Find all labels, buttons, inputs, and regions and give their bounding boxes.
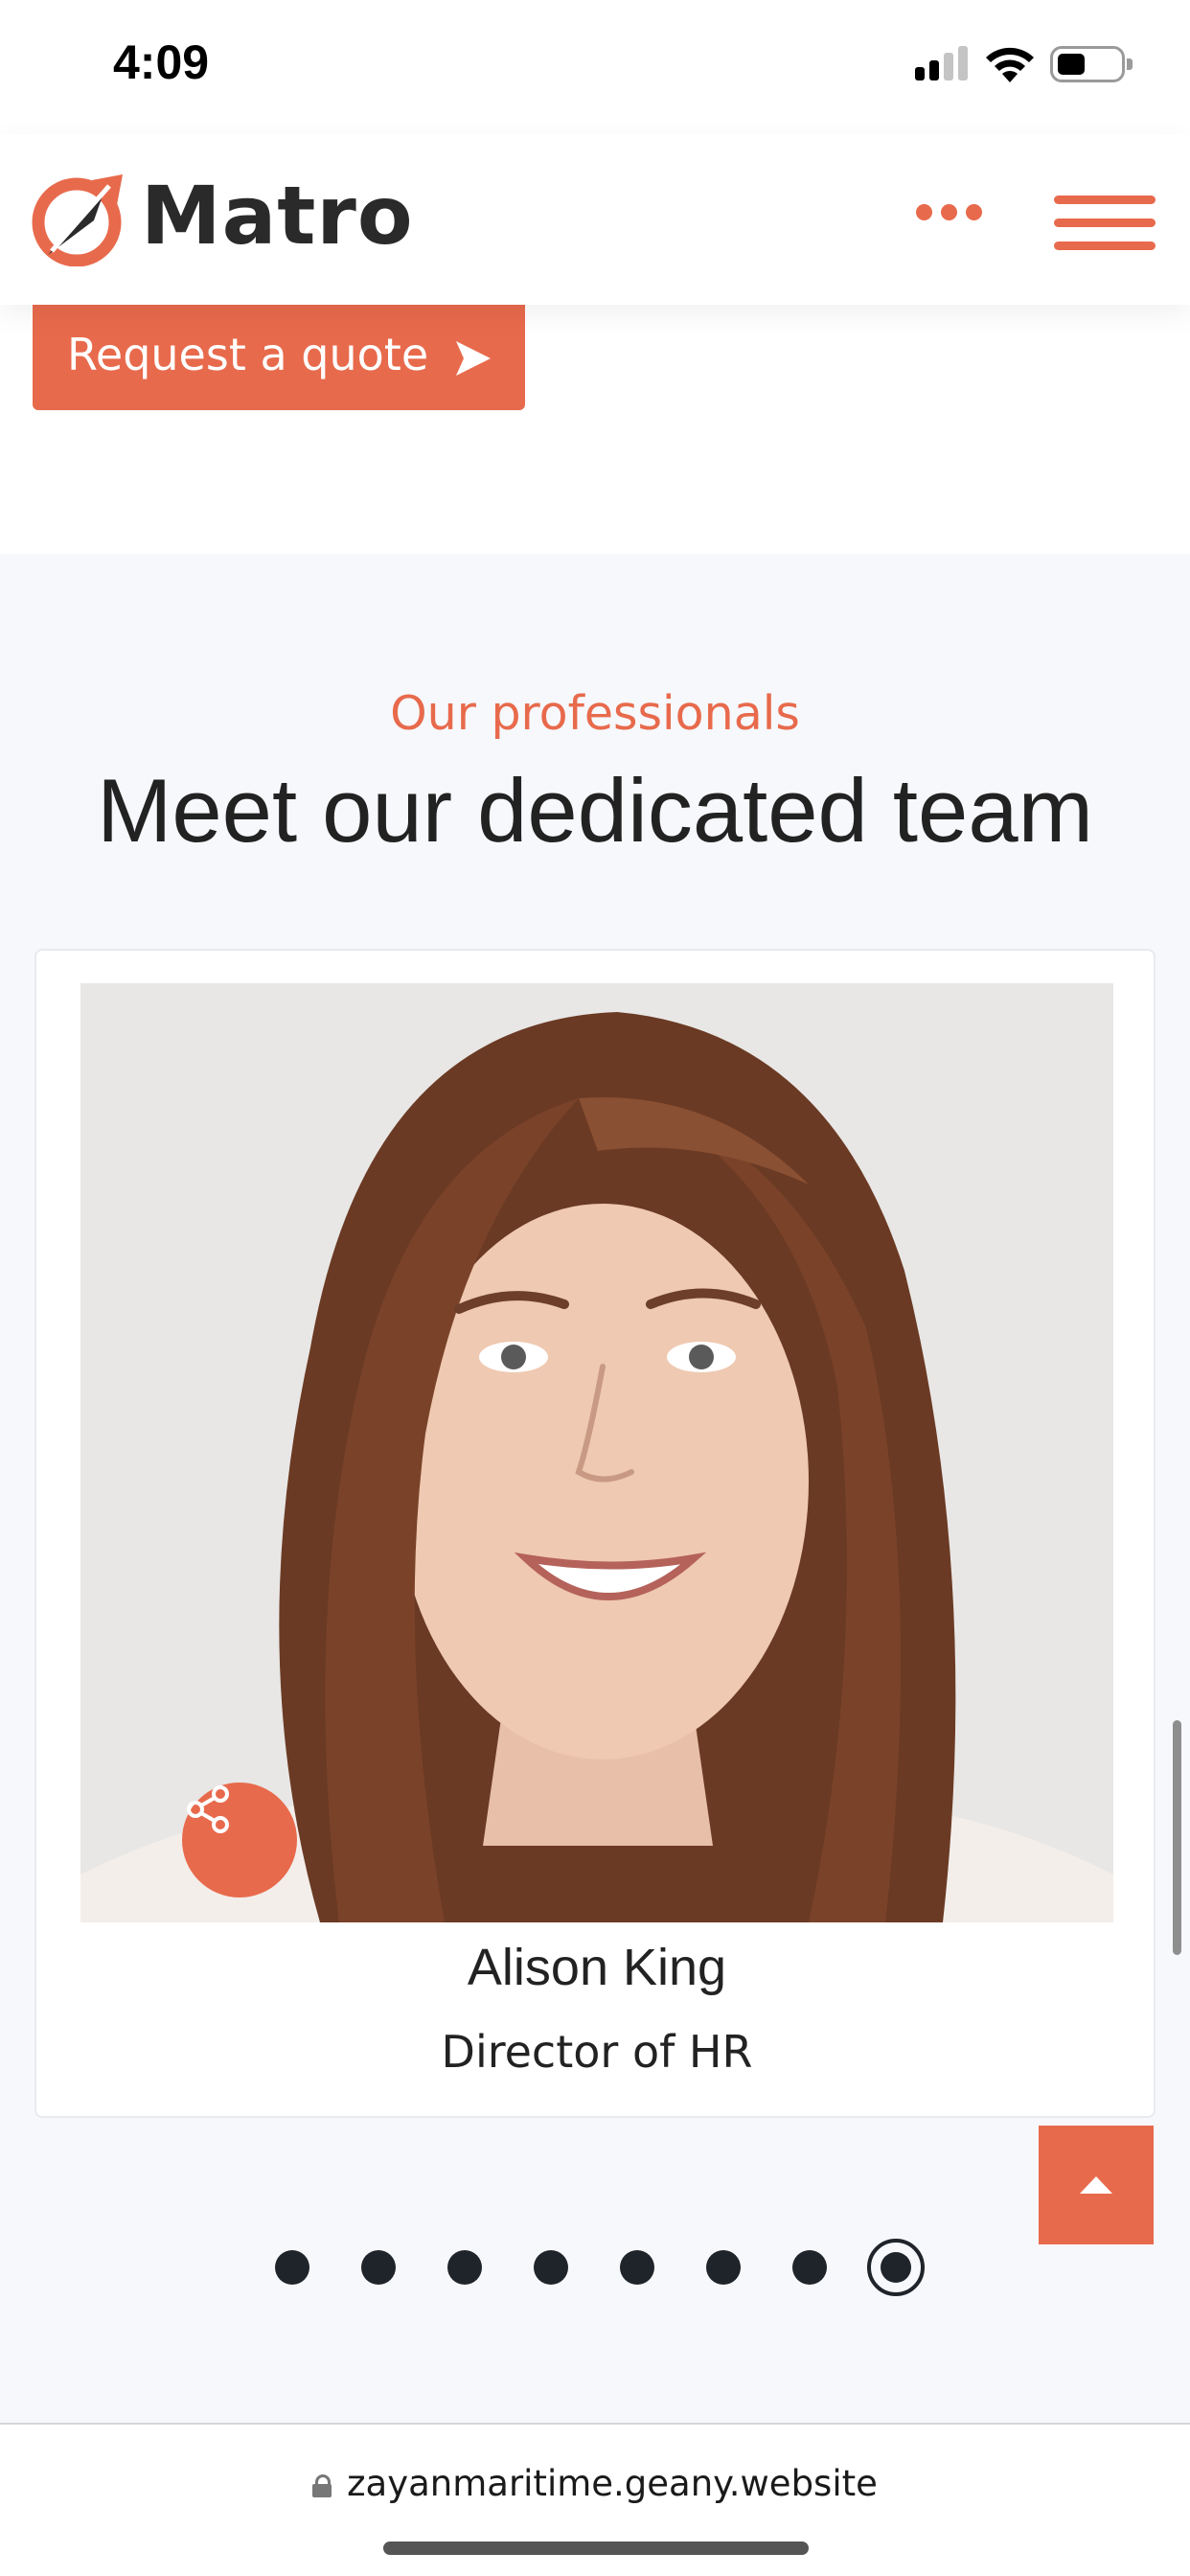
team-section: Our professionals Meet our dedicated tea… bbox=[0, 554, 1190, 2423]
carousel-pagination bbox=[0, 2239, 1190, 2296]
carousel-dot[interactable] bbox=[706, 2250, 741, 2285]
quote-band: Request a quote bbox=[0, 305, 1190, 554]
home-indicator[interactable] bbox=[383, 2542, 809, 2555]
carousel-dot-active[interactable] bbox=[867, 2239, 925, 2296]
back-to-top-button[interactable] bbox=[1039, 2126, 1154, 2244]
team-member-role: Director of HR bbox=[441, 2026, 753, 2078]
wifi-icon bbox=[986, 47, 1034, 82]
send-arrow-icon bbox=[456, 341, 491, 376]
browser-address-bar: zayanmaritime.geany.website bbox=[0, 2423, 1190, 2576]
section-eyebrow: Our professionals bbox=[390, 686, 800, 741]
logo-text[interactable]: Matro bbox=[141, 169, 414, 263]
cellular-signal-icon bbox=[915, 46, 969, 80]
logo-icon[interactable] bbox=[31, 171, 126, 266]
carousel-dot[interactable] bbox=[534, 2250, 568, 2285]
status-time: 4:09 bbox=[113, 35, 210, 89]
carousel-dot[interactable] bbox=[275, 2250, 309, 2285]
request-quote-button[interactable]: Request a quote bbox=[33, 305, 525, 410]
scrollbar[interactable] bbox=[1173, 1720, 1181, 1955]
status-bar: 4:09 bbox=[0, 0, 1190, 134]
url-field[interactable]: zayanmaritime.geany.website bbox=[0, 2463, 1190, 2504]
share-icon bbox=[187, 1785, 229, 1833]
carousel-dot[interactable] bbox=[361, 2250, 396, 2285]
carousel-dot[interactable] bbox=[792, 2250, 827, 2285]
team-member-photo bbox=[80, 983, 1113, 1922]
hamburger-menu-icon[interactable] bbox=[1054, 192, 1157, 255]
page: 4:09 Matro Request a quote Our professio… bbox=[0, 0, 1190, 2576]
share-button[interactable] bbox=[182, 1782, 297, 1898]
team-member-card[interactable]: Alison King Director of HR bbox=[34, 949, 1156, 2118]
lock-icon bbox=[312, 2474, 332, 2497]
battery-icon bbox=[1050, 46, 1133, 82]
carousel-dot[interactable] bbox=[447, 2250, 482, 2285]
site-header: Matro bbox=[0, 134, 1190, 305]
url-text: zayanmaritime.geany.website bbox=[347, 2463, 878, 2504]
arrow-up-icon bbox=[1080, 2176, 1112, 2194]
section-title: Meet our dedicated team bbox=[97, 760, 1093, 861]
carousel-dot[interactable] bbox=[620, 2250, 654, 2285]
request-quote-label: Request a quote bbox=[67, 329, 429, 380]
more-dots-icon[interactable] bbox=[910, 197, 987, 226]
team-member-name: Alison King bbox=[467, 1939, 727, 1996]
